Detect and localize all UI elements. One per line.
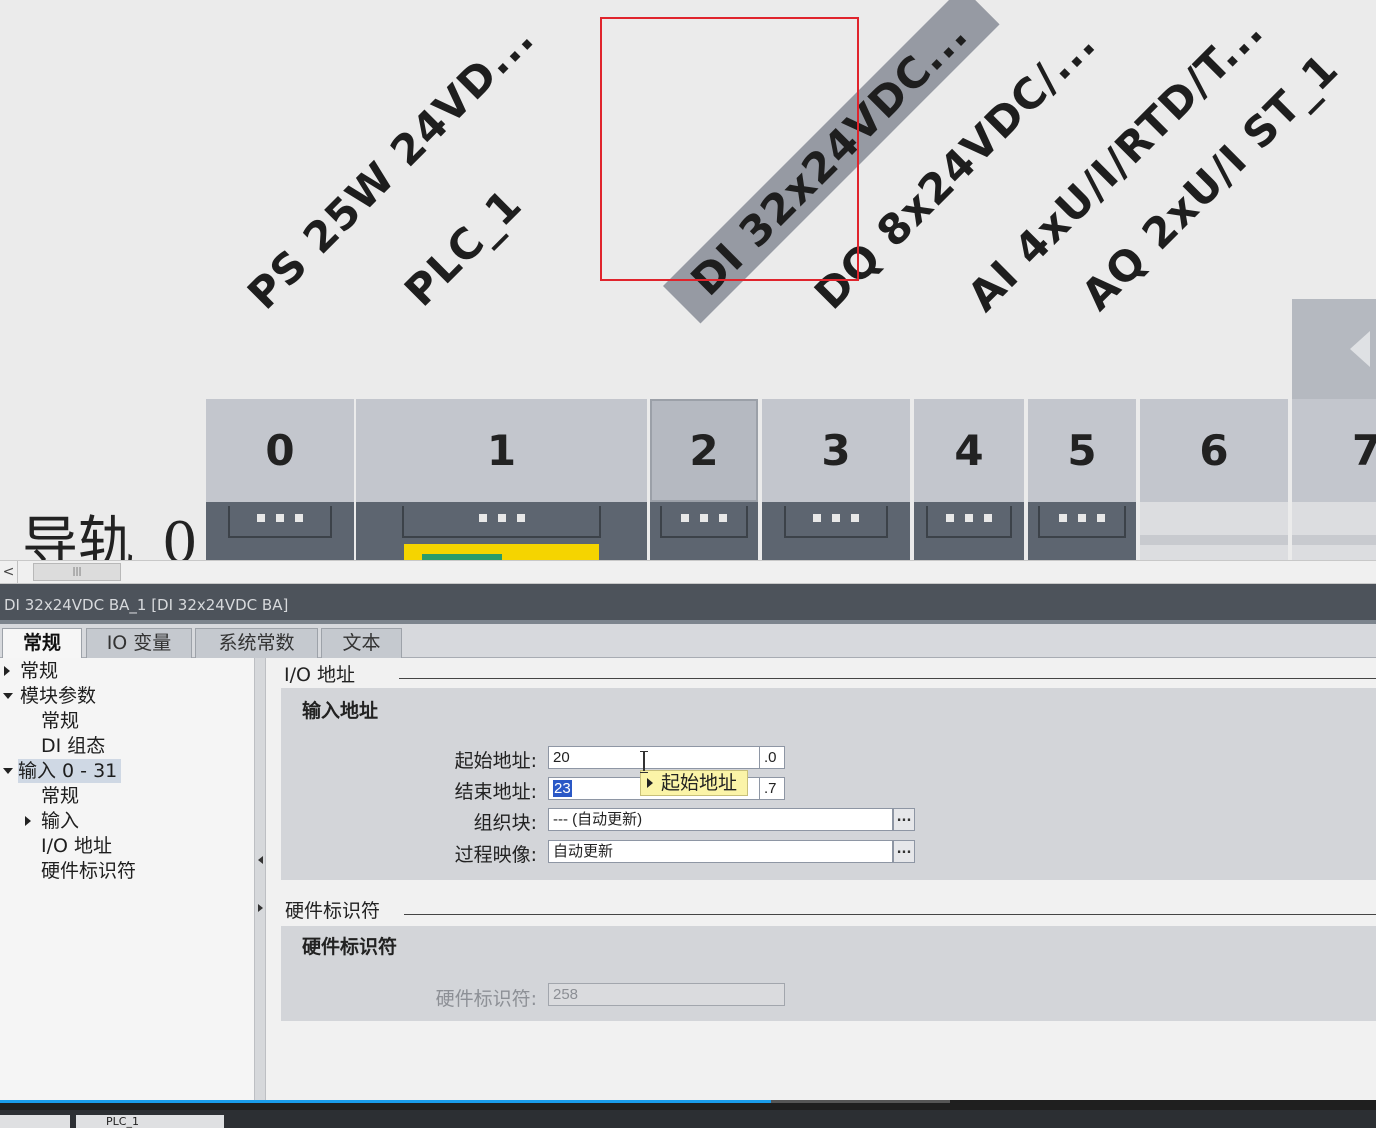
properties-content: I/O 地址 输入地址 起始地址: 20 .0 结束地址: 23 .7 组织块:… — [266, 658, 1376, 1100]
collapse-left-icon[interactable] — [258, 856, 263, 864]
slot-number: 4 — [914, 399, 1024, 502]
expand-right-icon[interactable] — [258, 904, 263, 912]
cpu-display-strip — [404, 544, 599, 560]
tree-item-general[interactable]: 常规 — [20, 659, 58, 683]
section-title-io-address: I/O 地址 — [284, 664, 355, 686]
expand-arrow-icon[interactable] — [4, 666, 10, 676]
scroll-left-button[interactable] — [1292, 299, 1376, 399]
module-label-plc[interactable]: PLC_1 — [395, 179, 531, 315]
scrollbar-thumb[interactable]: ||| — [33, 563, 121, 581]
module-ps[interactable] — [206, 502, 354, 560]
collapse-arrow-icon[interactable] — [3, 768, 13, 774]
end-address-value: 23 — [553, 780, 572, 797]
module-aq[interactable] — [1028, 502, 1136, 560]
rail-label: 导轨_0 — [22, 511, 198, 560]
tree-item-io-address[interactable]: I/O 地址 — [41, 834, 112, 858]
start-address-input[interactable]: 20 — [548, 746, 760, 769]
input-address-panel: 输入地址 起始地址: 20 .0 结束地址: 23 .7 组织块: --- (自… — [281, 688, 1376, 880]
tree-item-module-general[interactable]: 常规 — [41, 709, 79, 733]
end-address-bit: .7 — [760, 777, 785, 800]
slot-number: 3 — [762, 399, 910, 502]
start-address-label: 起始地址: — [454, 750, 537, 772]
scroll-left-arrow[interactable]: < — [0, 561, 18, 583]
inspector-title: DI 32x24VDC BA_1 [DI 32x24VDC BA] — [0, 590, 1376, 624]
empty-slot[interactable] — [1140, 502, 1288, 560]
slot-5[interactable]: 5 — [1028, 399, 1136, 560]
tree-item-input[interactable]: 输入 — [41, 809, 79, 833]
end-address-label: 结束地址: — [454, 781, 537, 803]
empty-slot[interactable] — [1292, 502, 1376, 560]
process-image-field[interactable]: 自动更新 — [548, 840, 893, 863]
module-dq[interactable] — [762, 502, 910, 560]
expand-arrow-icon[interactable] — [25, 816, 31, 826]
tree-item-di-config[interactable]: DI 组态 — [41, 734, 105, 758]
slot-4[interactable]: 4 — [914, 399, 1024, 560]
video-progress-bar[interactable] — [0, 1100, 1376, 1110]
tooltip-text: 起始地址 — [661, 772, 738, 794]
start-address-bit: .0 — [760, 746, 785, 769]
section-divider — [399, 678, 1376, 679]
process-image-label: 过程映像: — [454, 844, 537, 866]
taskbar-tab-plc[interactable]: PLC_1 — [76, 1115, 224, 1128]
tab-texts[interactable]: 文本 — [321, 628, 402, 658]
text-cursor-icon — [640, 751, 648, 773]
slot-number: 0 — [206, 399, 354, 502]
tab-system-constants[interactable]: 系统常数 — [195, 628, 318, 658]
slot-3[interactable]: 3 — [762, 399, 910, 560]
hw-id-panel: 硬件标识符 硬件标识符: 258 — [281, 926, 1376, 1021]
tree-item-hw-identifier[interactable]: 硬件标识符 — [41, 859, 136, 883]
tree-item-inputs-0-31[interactable]: 输入 0 - 31 — [18, 759, 122, 783]
slot-number: 2 — [650, 399, 758, 502]
module-label-ps[interactable]: PS 25W 24VD... — [238, 13, 543, 318]
pane-splitter[interactable] — [254, 658, 266, 1100]
module-di[interactable] — [650, 502, 758, 560]
hw-id-label: 硬件标识符: — [435, 988, 537, 1010]
horizontal-scrollbar[interactable]: < ||| — [0, 560, 1376, 584]
module-cpu[interactable] — [356, 502, 647, 560]
slot-1[interactable]: 1 — [356, 399, 647, 560]
slot-6[interactable]: 6 — [1140, 399, 1288, 560]
portal-taskbar: PLC_1 — [0, 1110, 1376, 1128]
taskbar-blank-tab[interactable] — [0, 1115, 70, 1128]
ob-label: 组织块: — [473, 812, 537, 834]
section-divider — [404, 914, 1376, 915]
slot-number: 6 — [1140, 399, 1288, 502]
inspector-tabs: 常规 IO 变量 系统常数 文本 — [0, 624, 1376, 659]
panel-title-input-address: 输入地址 — [302, 700, 379, 722]
organization-block-field[interactable]: --- (自动更新) — [548, 808, 893, 831]
tab-general[interactable]: 常规 — [2, 628, 82, 659]
collapse-arrow-icon[interactable] — [3, 693, 13, 699]
tree-item-module-params[interactable]: 模块参数 — [20, 684, 96, 708]
tree-item-inputs-general[interactable]: 常规 — [41, 784, 79, 808]
ob-browse-button[interactable]: ... — [893, 808, 915, 831]
slot-2[interactable]: 2 — [650, 399, 758, 560]
slot-number: 7 — [1292, 399, 1376, 502]
tooltip: 起始地址 — [640, 770, 749, 796]
slot-number: 1 — [356, 399, 647, 502]
progress-fill — [0, 1100, 771, 1103]
chevron-left-icon — [1350, 331, 1370, 367]
tab-io-tags[interactable]: IO 变量 — [86, 628, 192, 658]
section-title-hw-id: 硬件标识符 — [285, 900, 381, 922]
slot-number: 5 — [1028, 399, 1136, 502]
triangle-right-icon — [647, 778, 653, 788]
module-ai[interactable] — [914, 502, 1024, 560]
slot-7[interactable]: 7 — [1292, 399, 1376, 560]
navigation-tree: 常规 模块参数 常规 DI 组态 输入 0 - 31 常规 输入 I/O 地址 … — [0, 658, 254, 1100]
selection-highlight-box — [600, 17, 859, 281]
panel-title-hw-id: 硬件标识符 — [302, 936, 398, 958]
hw-id-field: 258 — [548, 983, 785, 1006]
progress-buffered — [771, 1100, 950, 1103]
slot-0[interactable]: 0 — [206, 399, 354, 560]
process-image-browse-button[interactable]: ... — [893, 840, 915, 863]
device-view[interactable]: PS 25W 24VD... PLC_1 DI 32x24VDC... DQ 8… — [0, 0, 1376, 560]
